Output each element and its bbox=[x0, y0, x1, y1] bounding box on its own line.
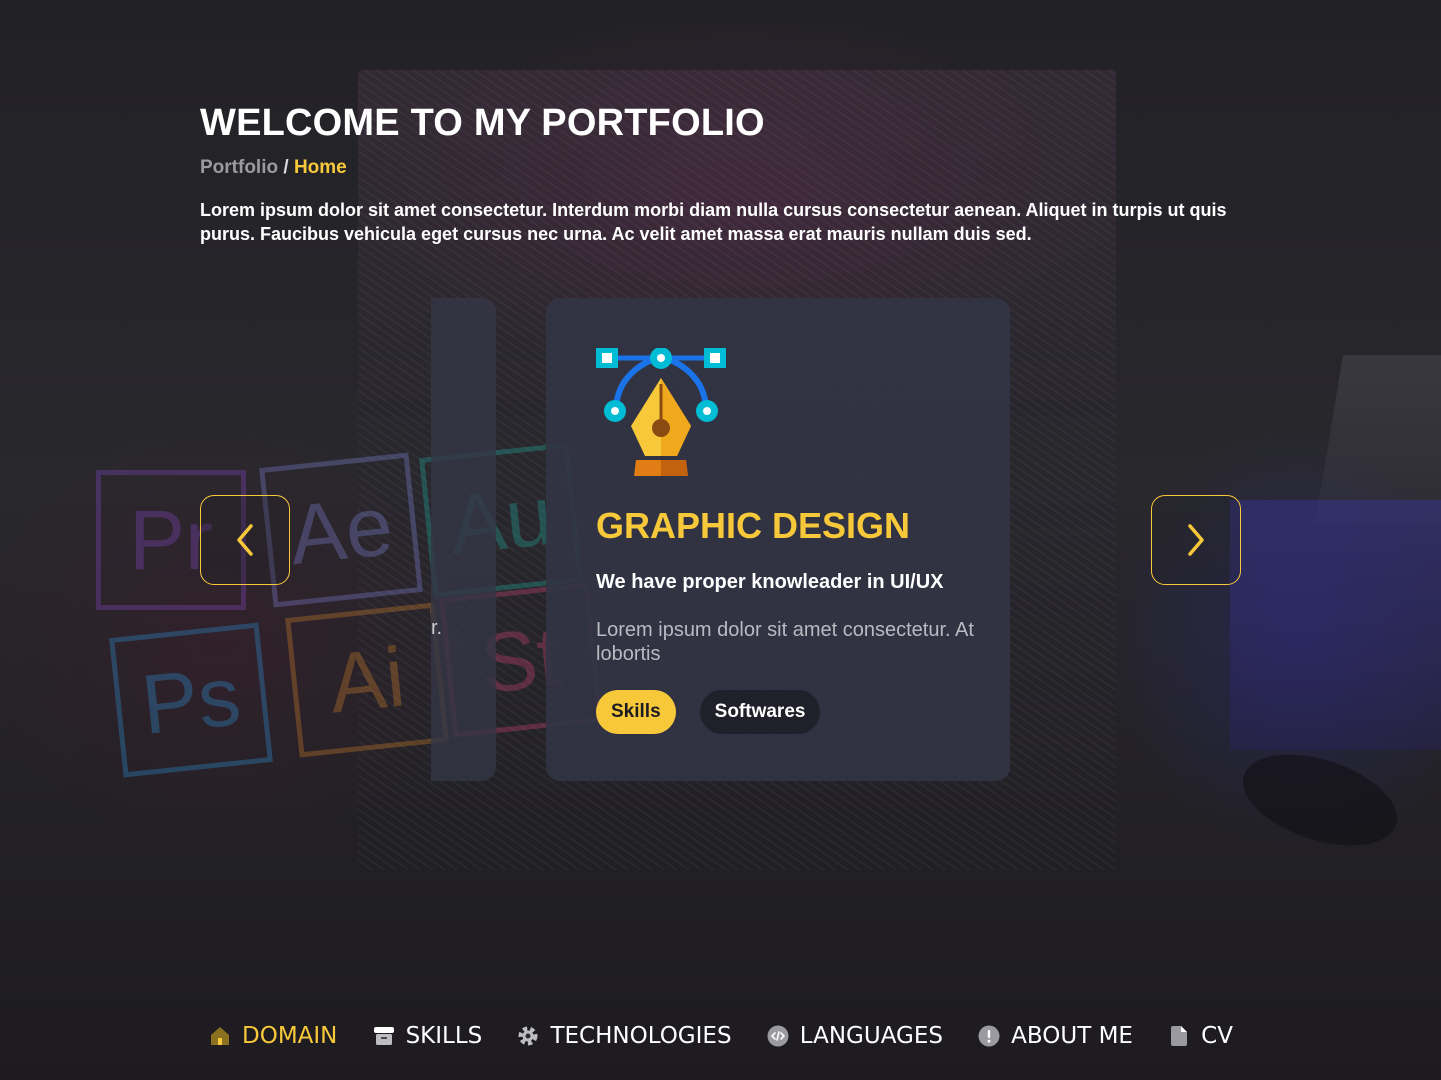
background-mouse bbox=[1231, 737, 1409, 863]
card-chips: Skills Softwares bbox=[596, 690, 960, 734]
previous-card-text: r. bbox=[431, 617, 443, 639]
carousel-prev-button[interactable] bbox=[200, 495, 290, 585]
code-icon bbox=[767, 1025, 789, 1047]
bottom-nav: DOMAIN SKILLS TECHNOLOGIES LANGUAGES ABO… bbox=[200, 1014, 1241, 1058]
bg-tile-ps: Ps bbox=[109, 622, 273, 778]
nav-item-cv[interactable]: CV bbox=[1159, 1023, 1241, 1049]
nav-item-label: ABOUT ME bbox=[1011, 1023, 1133, 1049]
breadcrumb-current: Home bbox=[293, 157, 347, 178]
nav-item-about-me[interactable]: ABOUT ME bbox=[969, 1023, 1141, 1049]
softwares-chip[interactable]: Softwares bbox=[699, 690, 821, 734]
card-description: Lorem ipsum dolor sit amet consectetur. … bbox=[596, 619, 974, 665]
card-subtitle: We have proper knowleader in UI/UX bbox=[596, 571, 944, 593]
nav-item-label: SKILLS bbox=[405, 1023, 483, 1049]
nav-item-label: CV bbox=[1201, 1023, 1233, 1049]
nav-item-technologies[interactable]: TECHNOLOGIES bbox=[508, 1023, 739, 1049]
skills-icon bbox=[373, 1027, 394, 1045]
nav-item-languages[interactable]: LANGUAGES bbox=[758, 1023, 951, 1049]
breadcrumb-root-link[interactable]: Portfolio bbox=[200, 157, 278, 178]
bg-tile-ai: Ai bbox=[285, 602, 449, 758]
nav-item-label: TECHNOLOGIES bbox=[550, 1023, 732, 1049]
home-icon bbox=[211, 1027, 229, 1045]
carousel-next-button[interactable] bbox=[1151, 495, 1241, 585]
background-box bbox=[1230, 500, 1441, 750]
nav-item-domain[interactable]: DOMAIN bbox=[200, 1023, 345, 1049]
pen-tool-icon bbox=[596, 348, 726, 476]
gear-icon bbox=[518, 1026, 538, 1046]
chevron-left-icon bbox=[237, 524, 253, 556]
carousel-card-previous[interactable]: r. bbox=[431, 298, 496, 781]
skills-chip[interactable]: Skills bbox=[596, 690, 676, 734]
page-title: WELCOME TO MY PORTFOLIO bbox=[200, 102, 765, 144]
nav-item-label: LANGUAGES bbox=[799, 1023, 943, 1049]
breadcrumb-separator: / bbox=[278, 157, 294, 178]
card-title: GRAPHIC DESIGN bbox=[596, 505, 911, 546]
document-icon bbox=[1171, 1026, 1188, 1046]
nav-item-label: DOMAIN bbox=[242, 1023, 338, 1049]
carousel-card-active: GRAPHIC DESIGN We have proper knowleader… bbox=[546, 298, 1010, 781]
header: WELCOME TO MY PORTFOLIO Portfolio / Home… bbox=[200, 100, 1250, 246]
nav-item-skills[interactable]: SKILLS bbox=[364, 1023, 491, 1049]
intro-text: Lorem ipsum dolor sit amet consectetur. … bbox=[200, 200, 1227, 244]
chevron-right-icon bbox=[1188, 524, 1204, 556]
portfolio-page: Pr Ae Au Ps Ai St WELCOME TO MY PORTFOLI… bbox=[0, 0, 1441, 1080]
breadcrumb: Portfolio / Home bbox=[200, 156, 1250, 180]
info-icon bbox=[978, 1025, 1000, 1047]
